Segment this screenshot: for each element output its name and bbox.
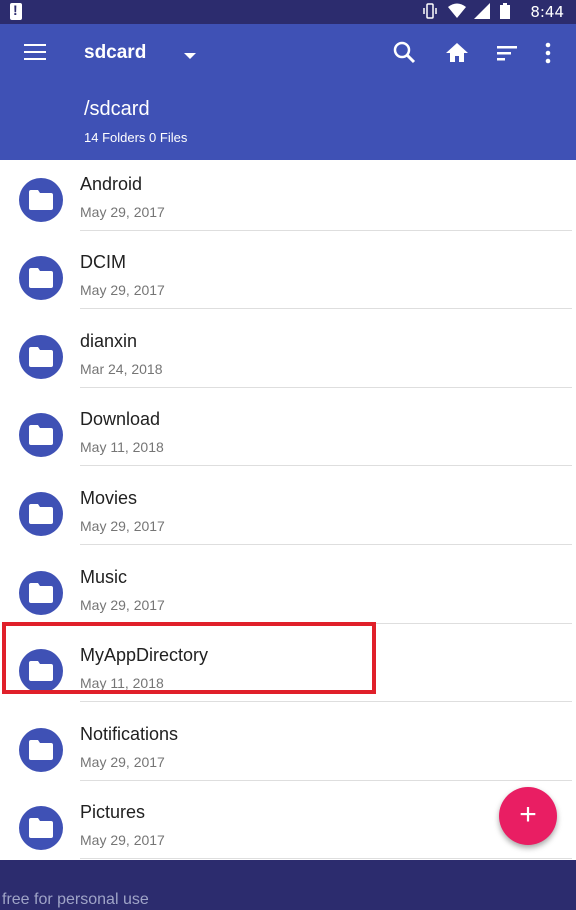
status-bar: 8:44 bbox=[0, 0, 576, 24]
wifi-icon bbox=[448, 3, 466, 19]
folder-icon bbox=[19, 806, 63, 850]
folder-icon bbox=[19, 178, 63, 222]
folder-icon bbox=[19, 413, 63, 457]
divider bbox=[80, 387, 572, 388]
folder-date: May 29, 2017 bbox=[80, 204, 165, 220]
add-button[interactable]: + bbox=[499, 787, 557, 845]
folder-icon bbox=[19, 335, 63, 379]
divider bbox=[80, 230, 572, 231]
signal-icon bbox=[474, 3, 490, 19]
alert-icon bbox=[10, 2, 22, 20]
folder-name: Android bbox=[80, 174, 143, 194]
list-item[interactable]: Notifications May 29, 2017 bbox=[0, 724, 576, 808]
home-icon[interactable] bbox=[444, 40, 470, 66]
chevron-down-icon[interactable] bbox=[184, 53, 196, 59]
watermark: free for personal use bbox=[2, 891, 149, 908]
folder-icon bbox=[19, 728, 63, 772]
battery-icon bbox=[500, 3, 516, 19]
folder-name: DCIM bbox=[80, 252, 126, 272]
divider bbox=[80, 780, 572, 781]
sort-icon[interactable] bbox=[494, 40, 520, 66]
divider bbox=[80, 465, 572, 466]
more-vert-icon[interactable] bbox=[538, 40, 564, 66]
folder-date: May 29, 2017 bbox=[80, 518, 165, 534]
folder-name: Download bbox=[80, 409, 161, 429]
folder-name: Music bbox=[80, 567, 128, 587]
current-path: /sdcard bbox=[84, 98, 150, 120]
folder-date: May 29, 2017 bbox=[80, 282, 165, 298]
divider bbox=[80, 308, 572, 309]
list-item[interactable]: Movies May 29, 2017 bbox=[0, 488, 576, 572]
folder-name: Pictures bbox=[80, 802, 146, 822]
selection-highlight bbox=[2, 622, 376, 694]
folder-summary: 14 Folders 0 Files bbox=[84, 130, 188, 145]
folder-date: May 29, 2017 bbox=[80, 832, 165, 848]
app-bar: sdcard /sdcard 14 Folders 0 Files bbox=[0, 24, 576, 160]
menu-icon[interactable] bbox=[24, 44, 46, 60]
folder-date: May 29, 2017 bbox=[80, 754, 165, 770]
folder-date: Mar 24, 2018 bbox=[80, 361, 163, 377]
folder-icon bbox=[19, 256, 63, 300]
folder-name: dianxin bbox=[80, 331, 138, 351]
list-item[interactable]: Android May 29, 2017 bbox=[0, 174, 576, 258]
status-time: 8:44 bbox=[530, 3, 564, 21]
divider bbox=[80, 701, 572, 702]
divider bbox=[80, 544, 572, 545]
divider bbox=[80, 858, 572, 859]
search-icon[interactable] bbox=[392, 40, 418, 66]
folder-icon bbox=[19, 492, 63, 536]
folder-date: May 11, 2018 bbox=[80, 439, 164, 455]
folder-list: Android May 29, 2017 DCIM May 29, 2017 d… bbox=[0, 160, 576, 860]
folder-icon bbox=[19, 571, 63, 615]
folder-date: May 29, 2017 bbox=[80, 597, 165, 613]
vibrate-icon bbox=[422, 3, 438, 19]
folder-name: Movies bbox=[80, 488, 138, 508]
list-item[interactable]: Pictures May 29, 2017 bbox=[0, 802, 576, 860]
list-item[interactable]: dianxin Mar 24, 2018 bbox=[0, 331, 576, 415]
folder-name: Notifications bbox=[80, 724, 179, 744]
list-item[interactable]: DCIM May 29, 2017 bbox=[0, 252, 576, 336]
storage-title[interactable]: sdcard bbox=[84, 42, 146, 64]
list-item[interactable]: Download May 11, 2018 bbox=[0, 409, 576, 493]
status-icons bbox=[422, 3, 516, 19]
